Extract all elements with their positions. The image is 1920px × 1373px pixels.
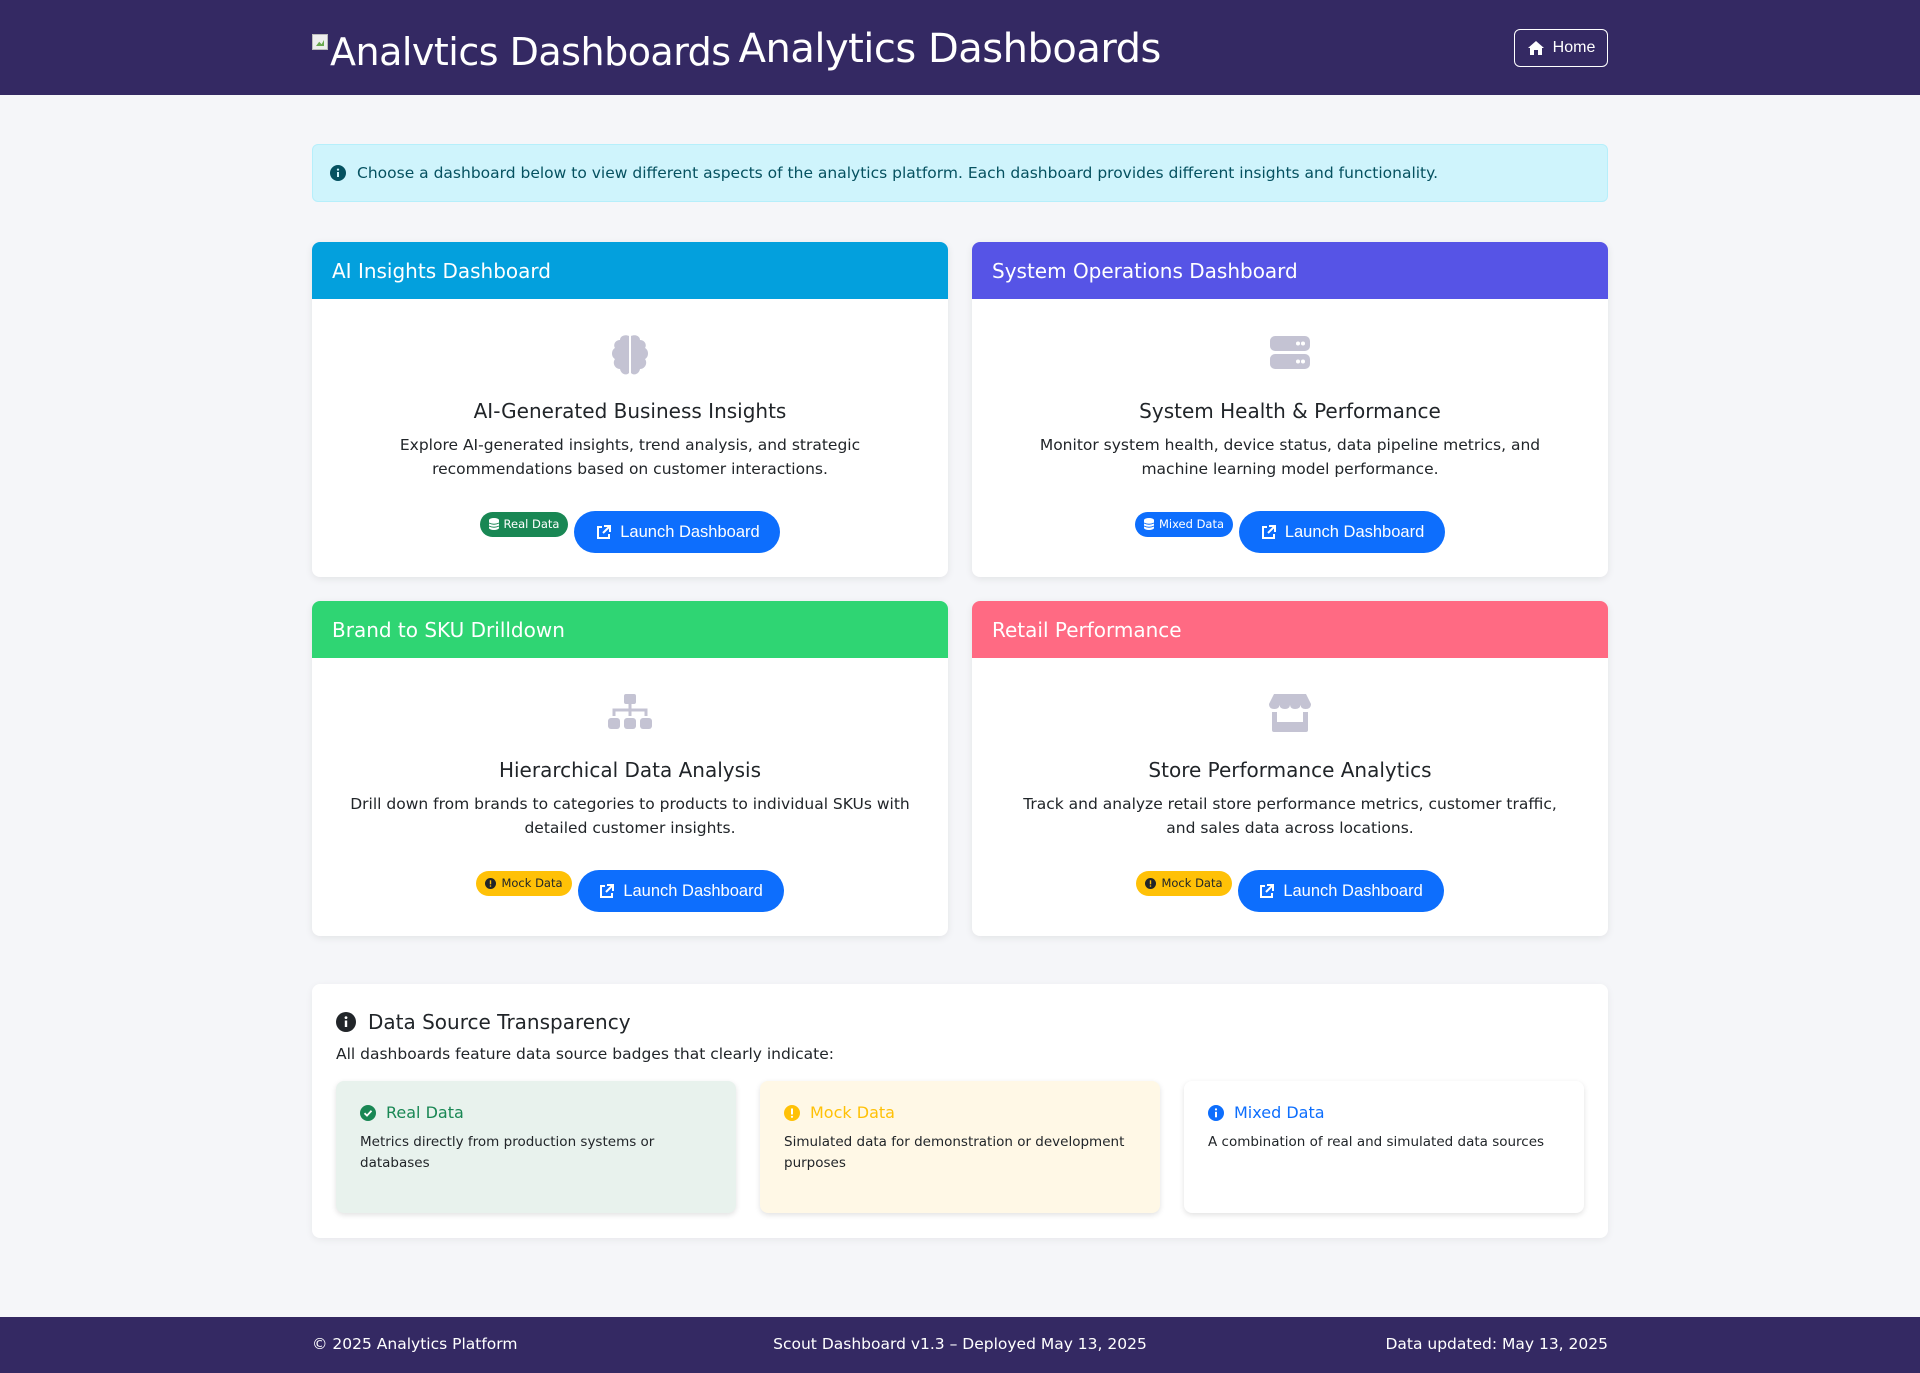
launch-dashboard-button[interactable]: Launch Dashboard [577, 870, 784, 912]
data-source-transparency-panel: Data Source Transparency All dashboards … [312, 984, 1608, 1238]
card-subtitle: System Health & Performance [1139, 399, 1441, 423]
store-icon [972, 692, 1608, 736]
card-subtitle: AI-Generated Business Insights [473, 399, 787, 423]
launch-dashboard-button[interactable]: Launch Dashboard [1239, 511, 1446, 553]
external-link-icon [1260, 883, 1275, 898]
transparency-title: Data Source Transparency [336, 1010, 631, 1034]
source-card-real: Real Data Metrics directly from producti… [336, 1081, 736, 1213]
page-title: Analytics Dashboards [738, 26, 1162, 72]
check-circle-icon [360, 1104, 376, 1121]
card-retail-performance: Retail Performance Store Performance Ana… [972, 601, 1608, 936]
mixed-data-badge: Mixed Data [1134, 511, 1234, 537]
source-label: Real Data [386, 1103, 464, 1122]
transparency-intro: All dashboards feature data source badge… [336, 1045, 834, 1063]
card-description: Monitor system health, device status, da… [1039, 436, 1541, 478]
launch-dashboard-button[interactable]: Launch Dashboard [1237, 870, 1444, 912]
card-description: Explore AI-generated insights, trend ana… [399, 436, 861, 478]
card-subtitle: Store Performance Analytics [1148, 758, 1432, 782]
home-icon [1527, 41, 1544, 55]
card-subtitle: Hierarchical Data Analysis [498, 758, 762, 782]
footer-version: Scout Dashboard v1.3 – Deployed May 13, … [773, 1335, 1147, 1353]
info-circle-icon [336, 1012, 356, 1032]
logo-alt-text: Analvtics Dashboards [330, 30, 731, 74]
card-brand-sku-drilldown: Brand to SKU Drilldown Hierarchical Data… [312, 601, 948, 936]
card-ai-insights: AI Insights Dashboard AI-Generated Busin… [312, 242, 948, 577]
exclamation-circle-icon [784, 1104, 800, 1121]
logo-image: Analvtics Dashboards [312, 30, 731, 74]
exclamation-circle-icon [485, 877, 497, 889]
top-navbar: Analvtics Dashboards Analytics Dashboard… [0, 0, 1920, 95]
info-circle-icon [1208, 1104, 1224, 1121]
sitemap-icon [312, 692, 948, 736]
card-header: System Operations Dashboard [972, 242, 1608, 299]
card-description: Track and analyze retail store performan… [1023, 795, 1557, 837]
source-description: Simulated data for demonstration or deve… [784, 1134, 1125, 1171]
source-label: Mock Data [810, 1103, 895, 1122]
broken-image-icon [312, 34, 328, 50]
mock-data-badge: Mock Data [1136, 870, 1232, 896]
server-icon [972, 333, 1608, 377]
card-description: Drill down from brands to categories to … [350, 795, 910, 837]
exclamation-circle-icon [1145, 877, 1157, 889]
card-system-operations: System Operations Dashboard System Healt… [972, 242, 1608, 577]
footer-updated: Data updated: May 13, 2025 [1385, 1335, 1608, 1353]
brain-icon [312, 333, 948, 377]
external-link-icon [597, 524, 612, 539]
external-link-icon [1261, 524, 1276, 539]
source-card-mock: Mock Data Simulated data for demonstrati… [760, 1081, 1160, 1213]
home-button-label: Home [1552, 39, 1596, 56]
source-card-mixed: Mixed Data A combination of real and sim… [1184, 1081, 1584, 1213]
launch-dashboard-button[interactable]: Launch Dashboard [574, 511, 781, 553]
home-button[interactable]: Home [1514, 29, 1608, 67]
card-header: AI Insights Dashboard [312, 242, 948, 299]
database-icon [1143, 518, 1154, 530]
card-header: Brand to SKU Drilldown [312, 601, 948, 658]
footer: © 2025 Analytics Platform Scout Dashboar… [0, 1317, 1920, 1373]
info-circle-icon [330, 165, 346, 181]
card-header: Retail Performance [972, 601, 1608, 658]
source-description: A combination of real and simulated data… [1208, 1134, 1545, 1150]
source-label: Mixed Data [1234, 1103, 1325, 1122]
info-alert: Choose a dashboard below to view differe… [312, 144, 1608, 202]
mock-data-badge: Mock Data [476, 870, 572, 896]
database-icon [488, 518, 499, 530]
real-data-badge: Real Data [479, 511, 569, 537]
external-link-icon [600, 883, 615, 898]
source-description: Metrics directly from production systems… [360, 1134, 655, 1171]
brand[interactable]: Analvtics Dashboards Analytics Dashboard… [312, 22, 1161, 74]
alert-text: Choose a dashboard below to view differe… [357, 164, 1439, 182]
